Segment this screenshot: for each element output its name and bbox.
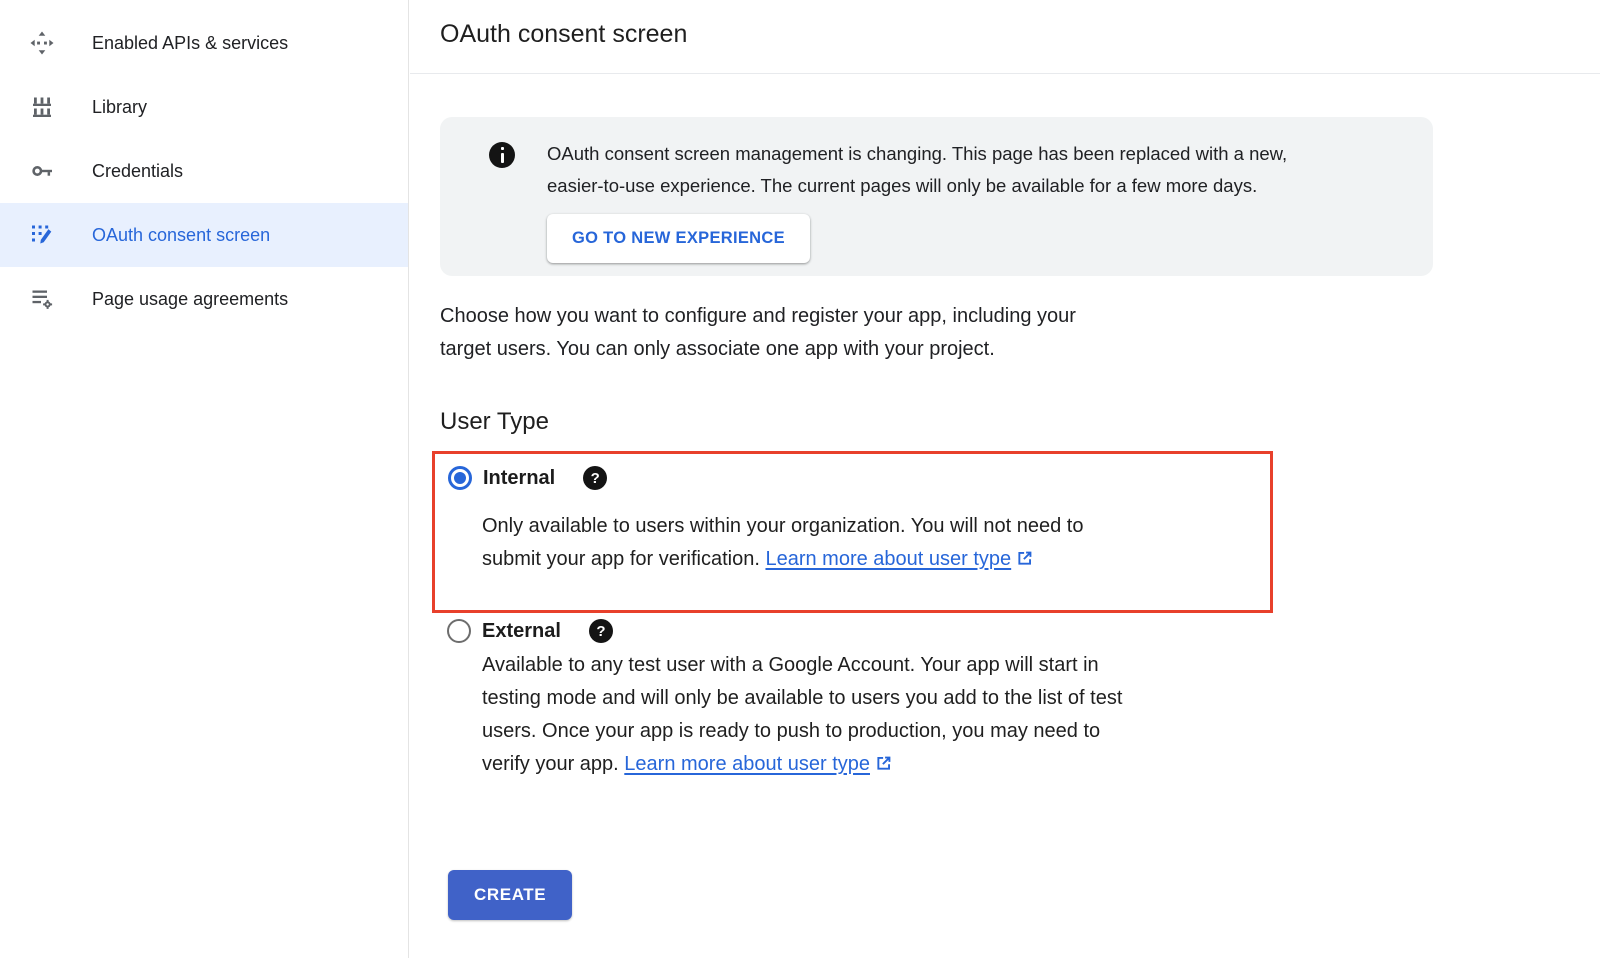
- header-divider: [410, 73, 1600, 74]
- external-description-line1: Available to any test user with a Google…: [482, 649, 1122, 682]
- sidebar: Enabled APIs & services Library Credenti…: [0, 0, 409, 958]
- main-content: OAuth consent screen OAuth consent scree…: [410, 0, 1600, 958]
- intro-paragraph: Choose how you want to configure and reg…: [440, 300, 1076, 366]
- external-description-line2: testing mode and will only be available …: [482, 682, 1122, 715]
- external-description: Available to any test user with a Google…: [482, 649, 1122, 781]
- go-to-new-experience-button[interactable]: GO TO NEW EXPERIENCE: [547, 214, 810, 263]
- banner-text-line2: easier-to-use experience. The current pa…: [547, 170, 1287, 202]
- oauth-consent-icon: [30, 223, 54, 247]
- user-type-heading: User Type: [440, 408, 549, 436]
- external-radio-unselected[interactable]: [447, 619, 471, 643]
- apis-icon: [30, 31, 54, 55]
- intro-line2: target users. You can only associate one…: [440, 333, 1076, 366]
- internal-radio-selected[interactable]: [448, 466, 472, 490]
- internal-description: Only available to users within your orga…: [482, 510, 1083, 576]
- page-title: OAuth consent screen: [440, 20, 687, 49]
- external-description-line4: verify your app.: [482, 753, 624, 775]
- internal-help-icon[interactable]: ?: [583, 466, 607, 490]
- info-banner: OAuth consent screen management is chang…: [440, 117, 1433, 276]
- internal-learn-more-link[interactable]: Learn more about user type: [765, 548, 1011, 570]
- key-icon: [30, 159, 54, 183]
- library-icon: [30, 95, 54, 119]
- user-type-option-external[interactable]: External ?: [447, 619, 613, 643]
- sidebar-item-page-usage-agreements[interactable]: Page usage agreements: [0, 267, 408, 331]
- sidebar-item-label: Library: [92, 97, 147, 118]
- sidebar-item-enabled-apis[interactable]: Enabled APIs & services: [0, 11, 408, 75]
- sidebar-item-label: Page usage agreements: [92, 289, 288, 310]
- sidebar-item-oauth-consent-screen[interactable]: OAuth consent screen: [0, 203, 408, 267]
- sidebar-item-label: Credentials: [92, 161, 183, 182]
- internal-description-line2: submit your app for verification.: [482, 548, 765, 570]
- external-help-icon[interactable]: ?: [589, 619, 613, 643]
- create-button[interactable]: CREATE: [448, 870, 572, 920]
- internal-label[interactable]: Internal: [483, 467, 555, 490]
- external-description-line3: users. Once your app is ready to push to…: [482, 715, 1122, 748]
- sidebar-item-label: Enabled APIs & services: [92, 33, 288, 54]
- user-type-option-internal[interactable]: Internal ?: [448, 466, 607, 490]
- external-link-icon: [1015, 549, 1034, 568]
- external-learn-more-link[interactable]: Learn more about user type: [624, 753, 870, 775]
- sidebar-item-library[interactable]: Library: [0, 75, 408, 139]
- external-label[interactable]: External: [482, 620, 561, 643]
- internal-description-line1: Only available to users within your orga…: [482, 510, 1083, 543]
- banner-text-line1: OAuth consent screen management is chang…: [547, 138, 1287, 170]
- page-usage-icon: [30, 287, 54, 311]
- info-icon: [489, 142, 515, 168]
- sidebar-item-credentials[interactable]: Credentials: [0, 139, 408, 203]
- external-link-icon: [874, 754, 893, 773]
- intro-line1: Choose how you want to configure and reg…: [440, 300, 1076, 333]
- sidebar-item-label: OAuth consent screen: [92, 225, 270, 246]
